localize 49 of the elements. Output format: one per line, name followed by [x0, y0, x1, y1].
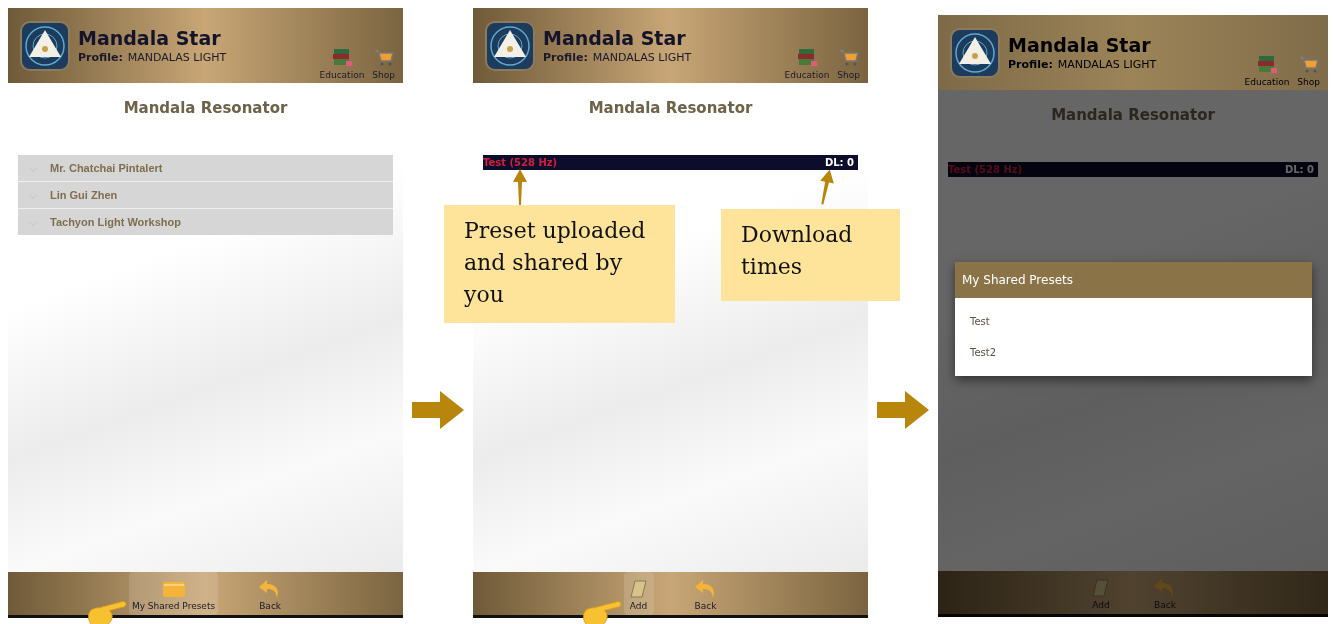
header-button[interactable]: Education: [1244, 53, 1290, 87]
mandala-logo-icon: [950, 27, 1000, 78]
preset-row[interactable]: Test (528 Hz) DL: 0: [483, 155, 858, 170]
bottom-button[interactable]: My Shared Presets: [128, 572, 219, 615]
profile-name: MANDALAS LIGHT: [127, 51, 227, 64]
download-count: DL: 0: [824, 157, 854, 168]
profile-label: Profile:: [543, 51, 588, 64]
mandala-logo-icon: [20, 20, 70, 71]
profile-label: Profile:: [1008, 58, 1053, 71]
bottom-button[interactable]: Back: [693, 572, 718, 615]
page-title: Mandala Resonator: [122, 99, 289, 117]
app-title: Mandala Star: [1008, 34, 1152, 56]
books-icon: [1255, 53, 1278, 75]
header-button[interactable]: Shop: [1297, 53, 1320, 87]
dialog-item[interactable]: Test: [955, 306, 1312, 337]
callout-note: Download times: [721, 209, 900, 301]
download-count: DL: 0: [1284, 164, 1314, 175]
group-row[interactable]: Mr. Chatchai Pintalert: [18, 155, 393, 181]
header-button[interactable]: Education: [784, 46, 830, 80]
header-button[interactable]: Shop: [372, 46, 395, 80]
books-icon: [330, 46, 353, 68]
app-title: Mandala Star: [78, 27, 222, 49]
dialog-item[interactable]: Test2: [955, 337, 1312, 368]
folder-icon: [161, 579, 186, 599]
profile-name: MANDALAS LIGHT: [592, 51, 692, 64]
app-title: Mandala Star: [543, 27, 687, 49]
up-arrow-icon: [512, 169, 528, 205]
bottom-button[interactable]: Add: [623, 572, 654, 615]
profile-name: MANDALAS LIGHT: [1057, 58, 1157, 71]
page-title: Mandala Resonator: [587, 99, 754, 117]
page-title: Mandala Resonator: [1050, 106, 1216, 124]
books-icon: [795, 46, 818, 68]
cart-icon: [1297, 53, 1320, 75]
preset-row[interactable]: Test (528 Hz) DL: 0: [948, 162, 1318, 177]
preset-name: Test (528 Hz): [483, 157, 558, 168]
right-arrow-icon: [412, 391, 464, 429]
mandala-logo-icon: [485, 20, 535, 71]
cart-icon: [837, 46, 860, 68]
header-button[interactable]: Education: [319, 46, 365, 80]
group-row[interactable]: Lin Gui Zhen: [18, 182, 393, 208]
header-button[interactable]: Shop: [837, 46, 860, 80]
group-row[interactable]: Tachyon Light Workshop: [18, 209, 393, 235]
preset-name: Test (528 Hz): [948, 164, 1023, 175]
profile-label: Profile:: [78, 51, 123, 64]
bottom-button[interactable]: Back: [258, 572, 283, 615]
cart-icon: [372, 46, 395, 68]
callout-note: Preset uploaded and shared by you: [444, 205, 675, 323]
dialog-title: My Shared Presets: [955, 262, 1312, 298]
right-arrow-icon: [877, 391, 929, 429]
